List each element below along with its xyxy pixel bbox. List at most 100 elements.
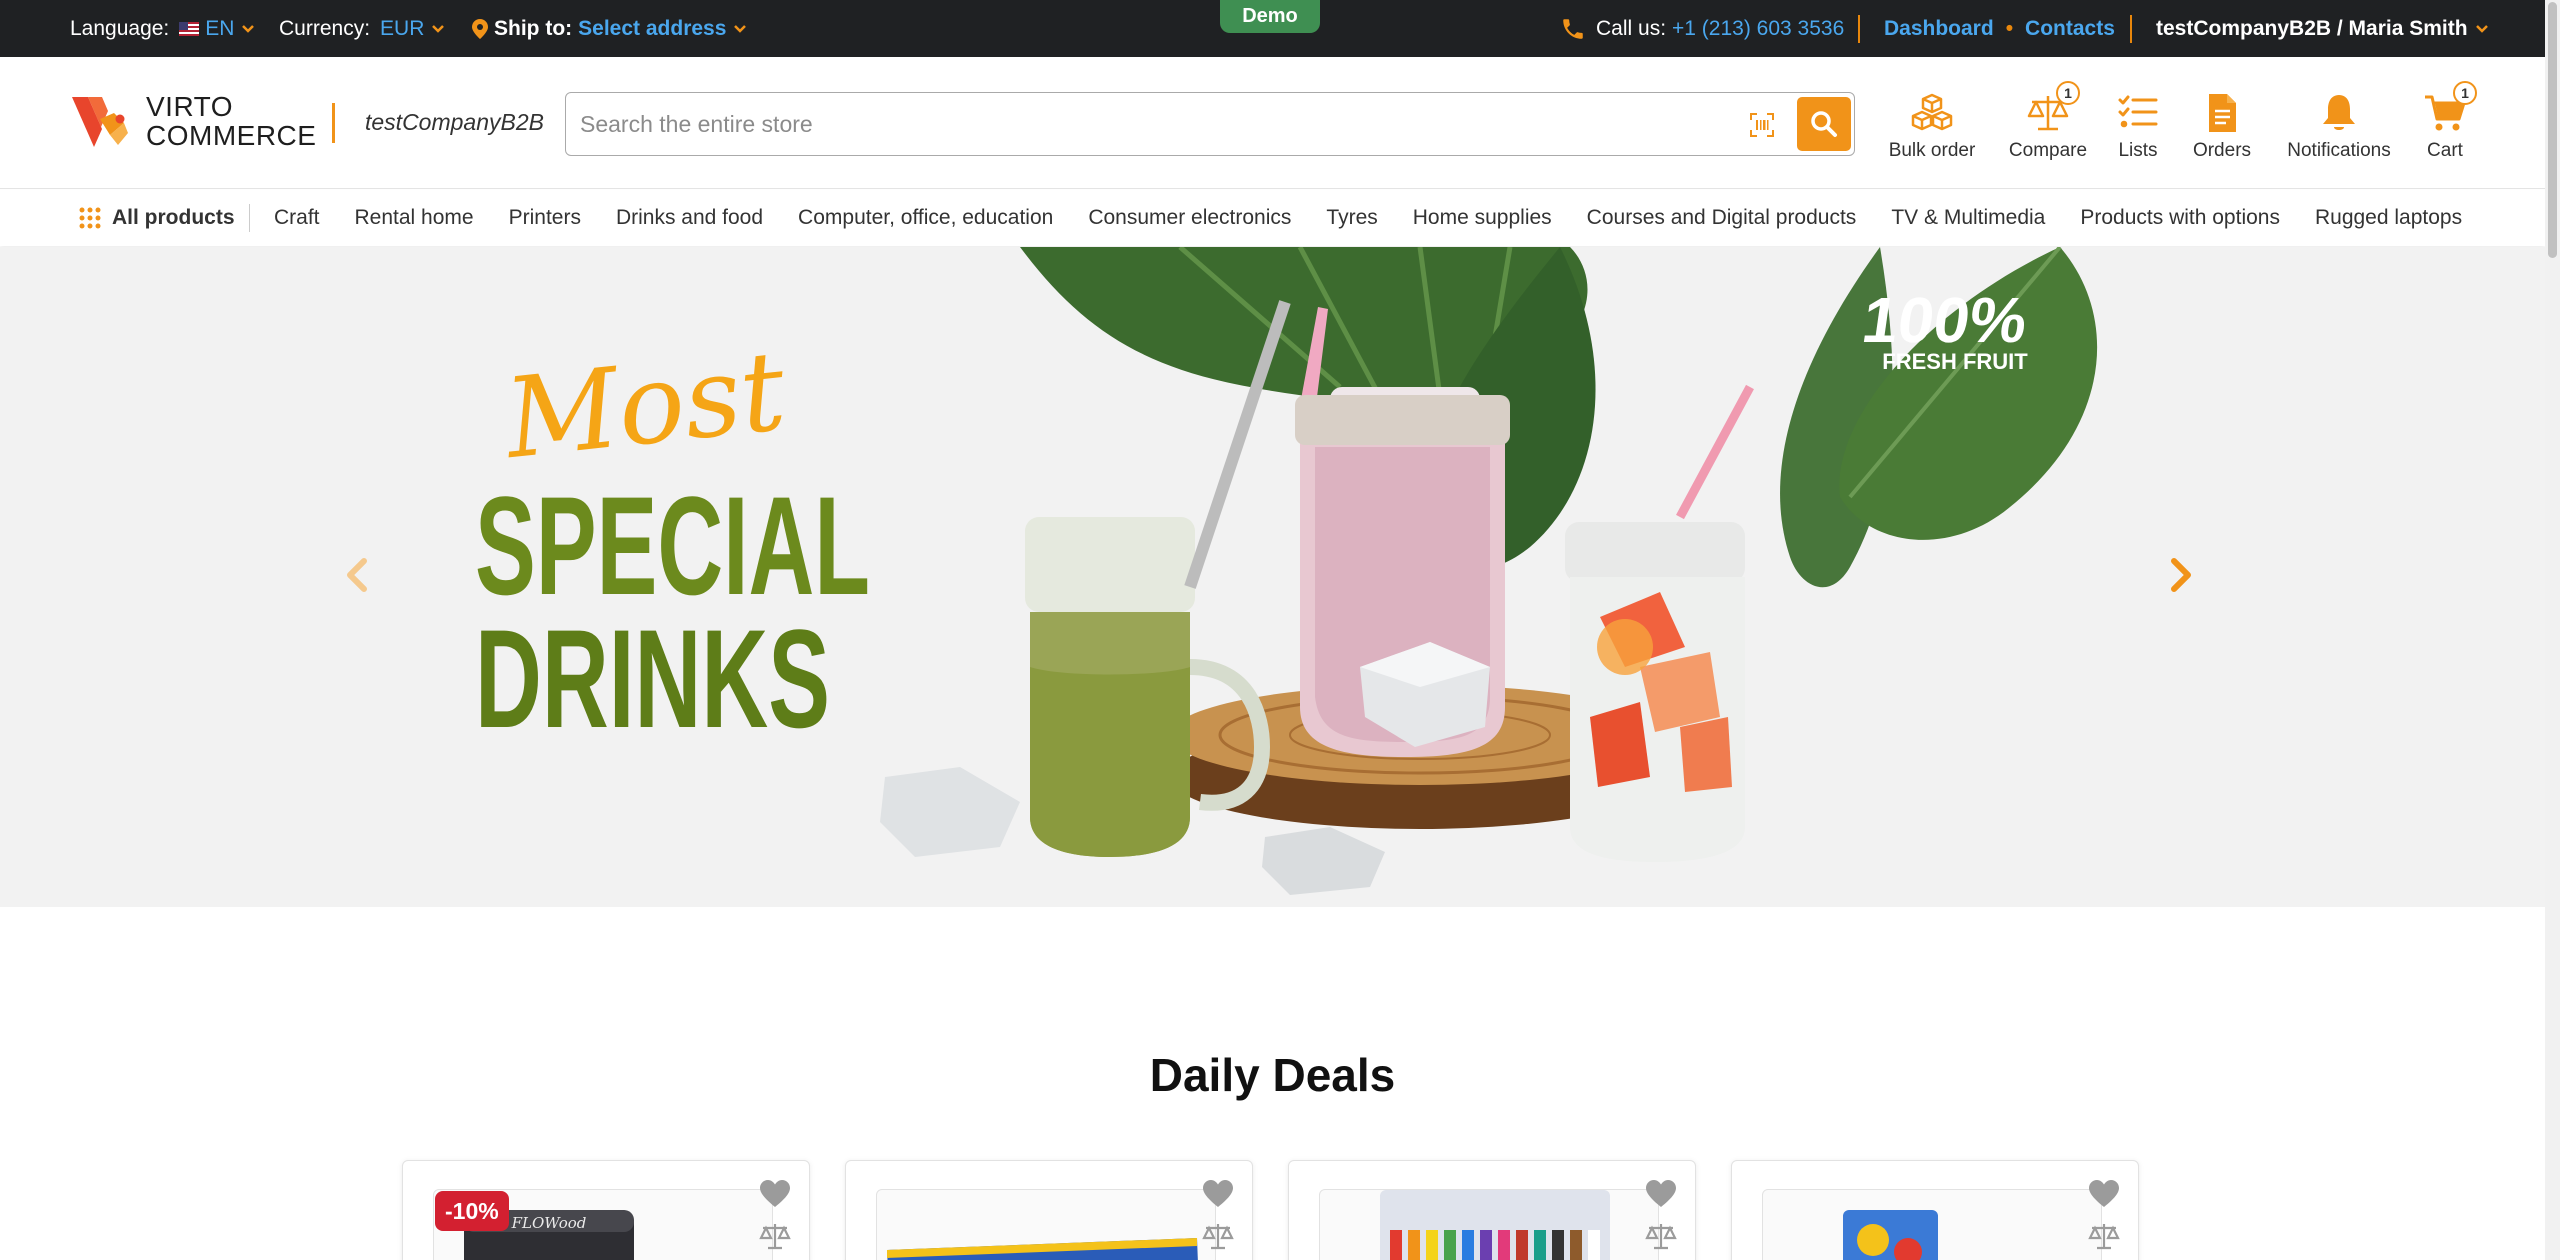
nav-item-computer-office-education[interactable]: Computer, office, education: [798, 206, 1053, 230]
nav-item-drinks-and-food[interactable]: Drinks and food: [616, 206, 763, 230]
product-image[interactable]: [1762, 1189, 2102, 1260]
company-name: testCompanyB2B: [365, 109, 544, 135]
product-card[interactable]: [845, 1160, 1253, 1260]
carousel-prev-arrow[interactable]: [338, 553, 378, 597]
nav-item-home-supplies[interactable]: Home supplies: [1413, 206, 1552, 230]
search-input[interactable]: [580, 103, 1720, 145]
product-image[interactable]: [876, 1189, 1216, 1260]
hero-headline-line-2: DRINKS: [475, 600, 830, 757]
search-icon: [1811, 111, 1837, 137]
cart-count-badge: 1: [2453, 81, 2477, 105]
nav-item-tyres[interactable]: Tyres: [1326, 206, 1377, 230]
phone-link[interactable]: +1 (213) 603 3536: [1672, 17, 1844, 41]
language-value: EN: [205, 16, 235, 40]
call-us-label: Call us:: [1596, 16, 1667, 40]
discount-badge: -10%: [435, 1191, 509, 1231]
nav-item-courses-digital[interactable]: Courses and Digital products: [1587, 206, 1857, 230]
barcode-scanner-icon[interactable]: [1749, 112, 1775, 138]
compare-scales-icon[interactable]: [1645, 1221, 1677, 1251]
contacts-link[interactable]: Contacts: [2025, 17, 2115, 41]
dot-separator: •: [2005, 16, 2014, 40]
ship-to-label: Ship to:: [494, 16, 573, 40]
search-box: [565, 92, 1855, 156]
heart-icon[interactable]: [2088, 1179, 2120, 1209]
account-name: testCompanyB2B / Maria Smith: [2156, 16, 2468, 40]
daily-deals-title: Daily Deals: [1149, 1049, 1396, 1101]
fruit-water-jar-image: [1565, 384, 1754, 862]
bulk-order-label: Bulk order: [1888, 140, 1976, 161]
language-label: Language:: [70, 16, 170, 40]
nav-divider: [249, 204, 250, 232]
product-card[interactable]: [1288, 1160, 1696, 1260]
product-card[interactable]: [1731, 1160, 2139, 1260]
nav-item-tv-multimedia[interactable]: TV & Multimedia: [1891, 206, 2045, 230]
dashboard-link[interactable]: Dashboard: [1884, 17, 1994, 41]
all-products-label: All products: [112, 206, 235, 229]
category-nav: All products Craft Rental home Printers …: [0, 190, 2545, 246]
product-card[interactable]: FLOWood -10%: [402, 1160, 810, 1260]
paint-set-image: [1380, 1190, 1610, 1260]
quick-links: Dashboard • Contacts: [1884, 0, 2115, 57]
nav-item-rugged-laptops[interactable]: Rugged laptops: [2315, 206, 2462, 230]
cart-label: Cart: [2427, 140, 2463, 161]
search-button[interactable]: [1797, 97, 1851, 151]
map-pin-icon: [472, 18, 488, 39]
document-icon: [2209, 94, 2236, 132]
hero-script-word: Most: [498, 326, 792, 483]
product-box-image: [887, 1238, 1198, 1260]
logo-line-1: VIRTO: [146, 91, 234, 122]
cart-button[interactable]: 1 Cart: [2375, 81, 2515, 162]
header: VIRTO COMMERCE testCompanyB2B Search the…: [0, 57, 2545, 189]
cubes-icon: [1911, 93, 1953, 131]
us-flag-icon: [179, 21, 200, 36]
hero-stamp-percent: 100%: [1858, 284, 2032, 356]
heart-icon[interactable]: [759, 1179, 791, 1209]
divider: [2130, 15, 2132, 43]
nav-item-printers[interactable]: Printers: [509, 206, 581, 230]
language-selector[interactable]: Language: EN: [70, 0, 256, 57]
virto-logo-icon: [72, 97, 128, 147]
logo-wordmark: VIRTO COMMERCE: [146, 92, 316, 150]
bell-icon: [2323, 95, 2355, 130]
compare-scales-icon[interactable]: [2088, 1221, 2120, 1251]
currency-label: Currency:: [279, 16, 371, 40]
account-menu[interactable]: testCompanyB2B / Maria Smith: [2156, 0, 2490, 57]
hero-banner[interactable]: 100% FRESH FRUIT Most SPECIAL DRINKS: [0, 247, 2545, 907]
currency-selector[interactable]: Currency: EUR: [279, 0, 446, 57]
all-products-button[interactable]: All products: [78, 190, 235, 246]
hero-stamp-caption: FRESH FRUIT: [1882, 349, 2028, 374]
nav-item-consumer-electronics[interactable]: Consumer electronics: [1088, 206, 1291, 230]
grid-icon: [79, 207, 101, 229]
nav-item-rental-home[interactable]: Rental home: [355, 206, 474, 230]
nav-item-products-with-options[interactable]: Products with options: [2080, 206, 2280, 230]
phone-icon: [1563, 18, 1583, 39]
nav-item-craft[interactable]: Craft: [274, 206, 320, 230]
logo-divider: [332, 103, 335, 143]
ship-to-selector[interactable]: Ship to: Select address: [472, 0, 748, 57]
category-list: Craft Rental home Printers Drinks and fo…: [274, 190, 2462, 246]
currency-value: EUR: [380, 16, 425, 40]
kids-game-box-image: [1843, 1210, 1938, 1260]
chevron-down-icon: [242, 24, 255, 33]
virto-commerce-logo[interactable]: VIRTO COMMERCE: [70, 89, 316, 153]
heart-icon[interactable]: [1202, 1179, 1234, 1209]
product-image-text: FLOWood: [511, 1214, 587, 1232]
chevron-down-icon: [734, 24, 747, 33]
page: Language: EN Currency: EUR Ship to: Sele…: [0, 0, 2545, 1260]
divider: [1858, 15, 1860, 43]
compare-scales-icon[interactable]: [1202, 1221, 1234, 1251]
call-us: Call us: +1 (213) 603 3536: [1560, 0, 1844, 57]
page-scrollbar[interactable]: [2545, 0, 2560, 1260]
product-image[interactable]: [1319, 1189, 1659, 1260]
heart-icon[interactable]: [1645, 1179, 1677, 1209]
compare-scales-icon[interactable]: [759, 1221, 791, 1251]
carousel-next-arrow[interactable]: [2160, 553, 2200, 597]
scrollbar-thumb[interactable]: [2548, 2, 2557, 258]
logo-line-2: COMMERCE: [146, 120, 317, 151]
orders-label: Orders: [2192, 140, 2252, 161]
top-bar: Language: EN Currency: EUR Ship to: Sele…: [0, 0, 2545, 57]
ship-to-value: Select address: [578, 16, 727, 40]
chevron-down-icon: [2475, 24, 2488, 33]
chevron-down-icon: [432, 24, 445, 33]
demo-badge: Demo: [1220, 0, 1320, 33]
